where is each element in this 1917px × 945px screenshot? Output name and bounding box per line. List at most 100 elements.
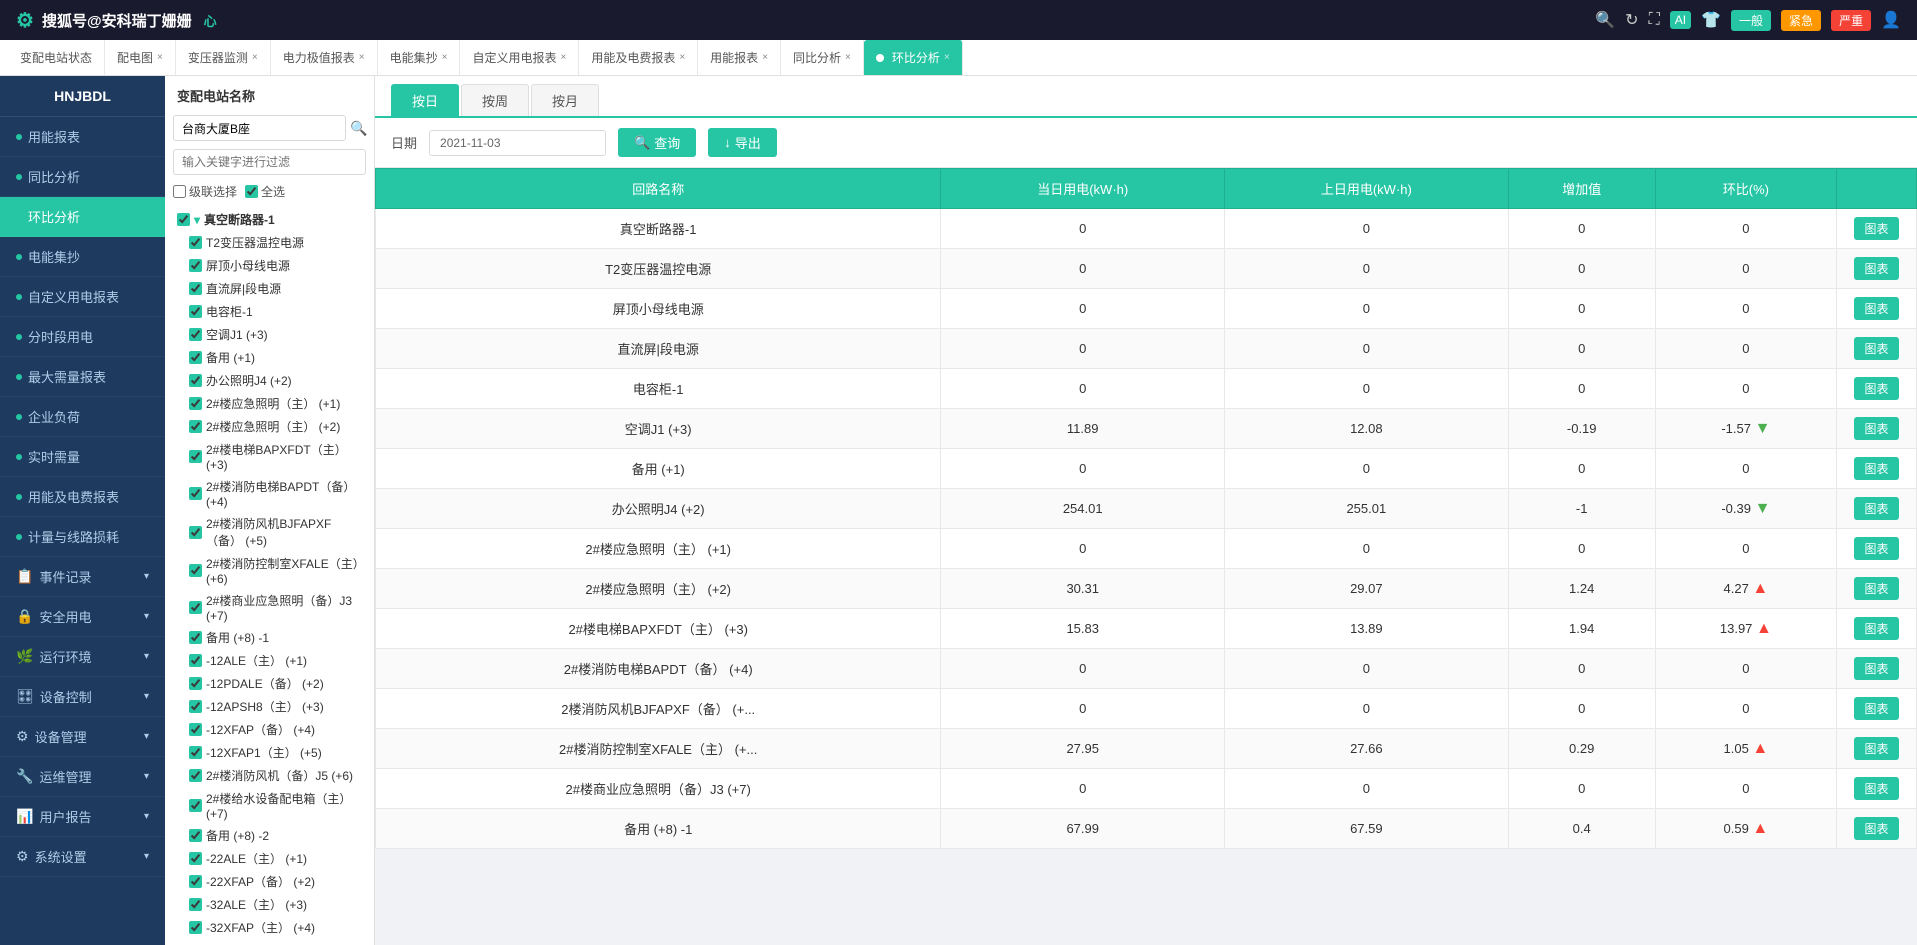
sidebar-item-16[interactable]: 🔧 运维管理 ▾ <box>0 757 165 797</box>
tree-child-10[interactable]: 2#楼消防电梯BAPDT（备） (+4) <box>165 475 374 512</box>
nav-tab-2[interactable]: 变压器监测× <box>176 40 271 76</box>
close-icon-2[interactable]: × <box>252 52 258 63</box>
sidebar-item-17[interactable]: 📊 用户报告 ▾ <box>0 797 165 837</box>
sidebar-item-1[interactable]: 同比分析 <box>0 157 165 197</box>
sidebar-item-7[interactable]: 企业负荷 <box>0 397 165 437</box>
tree-checkbox[interactable] <box>189 282 202 295</box>
tree-checkbox-parent[interactable] <box>177 213 190 226</box>
tab-daily[interactable]: 按日 <box>391 84 459 116</box>
tree-checkbox[interactable] <box>189 921 202 934</box>
sidebar-item-11[interactable]: 📋 事件记录 ▾ <box>0 557 165 597</box>
tree-checkbox[interactable] <box>189 305 202 318</box>
level-select-checkbox[interactable] <box>173 185 186 198</box>
tree-checkbox[interactable] <box>189 875 202 888</box>
export-button[interactable]: ↓ 导出 <box>708 128 777 157</box>
tree-child-21[interactable]: 2#楼给水设备配电箱（主） (+7) <box>165 787 374 824</box>
station-search-input[interactable] <box>173 115 346 141</box>
chart-button[interactable]: 图表 <box>1854 737 1898 760</box>
tree-child-12[interactable]: 2#楼消防控制室XFALE（主） (+6) <box>165 552 374 589</box>
user-icon[interactable]: 👤 <box>1881 10 1901 30</box>
nav-tab-9[interactable]: 环比分析× <box>864 40 963 76</box>
sidebar-item-6[interactable]: 最大需量报表 <box>0 357 165 397</box>
close-icon-3[interactable]: × <box>359 52 365 63</box>
chart-button[interactable]: 图表 <box>1854 257 1898 280</box>
tree-child-22[interactable]: 备用 (+8) -2 <box>165 824 374 847</box>
sidebar-item-8[interactable]: 实时需量 <box>0 437 165 477</box>
sidebar-item-10[interactable]: 计量与线路损耗 <box>0 517 165 557</box>
chart-button[interactable]: 图表 <box>1854 777 1898 800</box>
keyword-filter-input[interactable] <box>173 149 366 175</box>
date-input[interactable] <box>429 130 606 156</box>
nav-tab-8[interactable]: 同比分析× <box>781 40 864 76</box>
tree-child-25[interactable]: -32ALE（主） (+3) <box>165 893 374 916</box>
shirt-icon[interactable]: 👕 <box>1701 10 1721 30</box>
tab-monthly[interactable]: 按月 <box>531 84 599 116</box>
tree-child-8[interactable]: 2#楼应急照明（主） (+2) <box>165 415 374 438</box>
sidebar-item-4[interactable]: 自定义用电报表 <box>0 277 165 317</box>
tree-checkbox[interactable] <box>189 487 202 500</box>
tree-child-0[interactable]: T2变压器温控电源 <box>165 231 374 254</box>
tree-child-5[interactable]: 备用 (+1) <box>165 346 374 369</box>
chart-button[interactable]: 图表 <box>1854 617 1898 640</box>
sidebar-item-5[interactable]: 分时段用电 <box>0 317 165 357</box>
tree-node-parent[interactable]: ▾ 真空断路器-1 <box>165 208 374 231</box>
nav-tab-6[interactable]: 用能及电费报表× <box>579 40 698 76</box>
tree-child-18[interactable]: -12XFAP（备） (+4) <box>165 718 374 741</box>
tree-child-24[interactable]: -22XFAP（备） (+2) <box>165 870 374 893</box>
badge-severe[interactable]: 严重 <box>1831 10 1871 31</box>
sidebar-item-0[interactable]: 用能报表 <box>0 117 165 157</box>
tree-child-13[interactable]: 2#楼商业应急照明（备）J3 (+7) <box>165 589 374 626</box>
nav-tab-1[interactable]: 配电图× <box>105 40 176 76</box>
chart-button[interactable]: 图表 <box>1854 577 1898 600</box>
tree-child-15[interactable]: -12ALE（主） (+1) <box>165 649 374 672</box>
tree-checkbox[interactable] <box>189 397 202 410</box>
tree-child-26[interactable]: -32XFAP（主） (+4) <box>165 916 374 939</box>
chart-button[interactable]: 图表 <box>1854 817 1898 840</box>
tree-checkbox[interactable] <box>189 898 202 911</box>
close-icon-4[interactable]: × <box>442 52 448 63</box>
sidebar-item-18[interactable]: ⚙ 系统设置 ▾ <box>0 837 165 877</box>
tree-checkbox[interactable] <box>189 654 202 667</box>
tree-checkbox[interactable] <box>189 328 202 341</box>
tree-checkbox[interactable] <box>189 829 202 842</box>
tree-checkbox[interactable] <box>189 601 202 614</box>
chart-button[interactable]: 图表 <box>1854 537 1898 560</box>
tab-weekly[interactable]: 按周 <box>461 84 529 116</box>
tree-checkbox[interactable] <box>189 420 202 433</box>
tree-checkbox[interactable] <box>189 236 202 249</box>
tree-child-7[interactable]: 2#楼应急照明（主） (+1) <box>165 392 374 415</box>
tree-checkbox[interactable] <box>189 746 202 759</box>
tree-child-14[interactable]: 备用 (+8) -1 <box>165 626 374 649</box>
chart-button[interactable]: 图表 <box>1854 217 1898 240</box>
close-icon-5[interactable]: × <box>560 52 566 63</box>
tree-checkbox[interactable] <box>189 799 202 812</box>
tree-checkbox[interactable] <box>189 723 202 736</box>
tree-checkbox[interactable] <box>189 700 202 713</box>
tree-checkbox[interactable] <box>189 259 202 272</box>
tree-child-1[interactable]: 屏顶小母线电源 <box>165 254 374 277</box>
tree-child-23[interactable]: -22ALE（主） (+1) <box>165 847 374 870</box>
badge-normal[interactable]: 一般 <box>1731 10 1771 31</box>
close-icon-9[interactable]: × <box>944 52 950 63</box>
tree-checkbox[interactable] <box>189 526 202 539</box>
close-icon-1[interactable]: × <box>157 52 163 63</box>
sidebar-item-2[interactable]: 环比分析 <box>0 197 165 237</box>
search-icon[interactable]: 🔍 <box>1595 10 1615 30</box>
tree-child-9[interactable]: 2#楼电梯BAPXFDT（主） (+3) <box>165 438 374 475</box>
ai-icon[interactable]: AI <box>1670 11 1691 29</box>
tree-checkbox[interactable] <box>189 631 202 644</box>
tree-child-6[interactable]: 办公照明J4 (+2) <box>165 369 374 392</box>
tree-checkbox[interactable] <box>189 374 202 387</box>
tree-child-11[interactable]: 2#楼消防风机BJFAPXF（备） (+5) <box>165 512 374 552</box>
select-all-checkbox[interactable] <box>245 185 258 198</box>
tree-child-4[interactable]: 空调J1 (+3) <box>165 323 374 346</box>
chart-button[interactable]: 图表 <box>1854 697 1898 720</box>
tree-checkbox[interactable] <box>189 564 202 577</box>
close-icon-6[interactable]: × <box>679 52 685 63</box>
tree-child-19[interactable]: -12XFAP1（主） (+5) <box>165 741 374 764</box>
chart-button[interactable]: 图表 <box>1854 297 1898 320</box>
close-icon-8[interactable]: × <box>845 52 851 63</box>
refresh-icon[interactable]: ↻ <box>1625 10 1638 30</box>
sidebar-item-15[interactable]: ⚙ 设备管理 ▾ <box>0 717 165 757</box>
sidebar-item-12[interactable]: 🔒 安全用电 ▾ <box>0 597 165 637</box>
